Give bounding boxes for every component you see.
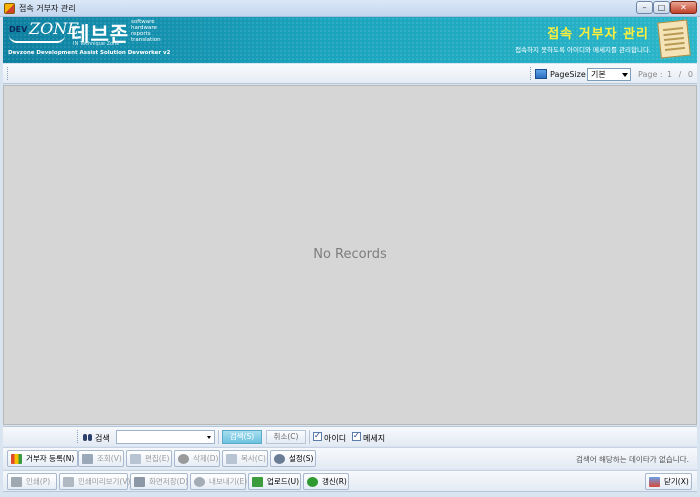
- maximize-button[interactable]: □: [653, 1, 670, 14]
- refresh-icon: [307, 477, 318, 487]
- window-title: 접속 거부자 관리: [19, 4, 76, 13]
- toolbar-separator: [309, 430, 310, 444]
- toolbar-grip[interactable]: [530, 67, 532, 80]
- status-message: 검색어 해당하는 데이타가 없습니다.: [575, 455, 689, 464]
- header-banner: DEV ZONE 데브존 IN Technique Zone software …: [3, 17, 697, 63]
- cancel-search-button[interactable]: 취소(C): [266, 430, 306, 444]
- close-label: 닫기(X): [664, 477, 689, 486]
- chevron-down-icon: [622, 73, 628, 77]
- pagesize-value: 기본: [591, 70, 606, 79]
- refresh-button[interactable]: 갱신(R): [303, 473, 349, 490]
- action-bar-secondary: 인쇄(P) 인쇄미리보기(V) 화면저장(D) 내보내기(E) 업로드(U) 갱…: [3, 470, 697, 492]
- print-label: 인쇄(P): [26, 477, 51, 486]
- search-button[interactable]: 검색(S): [222, 430, 262, 444]
- upload-icon: [252, 477, 263, 487]
- export-label: 내보내기(E): [209, 477, 248, 486]
- refresh-label: 갱신(R): [322, 477, 347, 486]
- minimize-button[interactable]: –: [636, 1, 653, 14]
- delete-button[interactable]: 삭제(D): [174, 450, 220, 467]
- logo-tagline: IN Technique Zone: [73, 41, 120, 47]
- register-icon: [11, 454, 22, 464]
- edit-label: 편집(E): [145, 454, 170, 463]
- logo-services: software hardware reports translation: [131, 19, 161, 43]
- upload-label: 업로드(U): [267, 477, 300, 486]
- page-description: 접속하지 못하도록 아이디와 메세지를 관리합니다.: [515, 46, 651, 54]
- banner-subtitle: Devzone Development Assist Solution Devw…: [8, 50, 171, 56]
- register-label: 거부자 등록(N): [26, 454, 75, 463]
- register-button[interactable]: 거부자 등록(N): [7, 450, 78, 467]
- binoculars-icon: [83, 432, 93, 442]
- upload-button[interactable]: 업로드(U): [248, 473, 301, 490]
- edit-icon: [130, 454, 141, 464]
- close-button[interactable]: 닫기(X): [645, 473, 692, 490]
- grid-toolbar: PageSize 기본 Page : 1 / 0: [3, 64, 697, 84]
- message-checkbox-label[interactable]: 메세지: [363, 433, 385, 444]
- print-preview-label: 인쇄미리보기(V): [78, 477, 131, 486]
- toolbar-grip[interactable]: [77, 430, 79, 443]
- view-label: 조회(V): [97, 454, 122, 463]
- edit-button[interactable]: 편집(E): [126, 450, 172, 467]
- copy-label: 복사(C): [241, 454, 266, 463]
- print-preview-icon: [63, 477, 74, 487]
- screen-capture-button[interactable]: 화면저장(D): [130, 473, 188, 490]
- page-label: Page :: [638, 70, 663, 79]
- settings-label: 설정(S): [289, 454, 314, 463]
- toolbar-grip[interactable]: [7, 67, 9, 80]
- wrench-icon: [274, 454, 285, 464]
- search-bar: 검색 검색(S) 취소(C) 아이디 메세지: [3, 426, 697, 446]
- screen-capture-label: 화면저장(D): [149, 477, 189, 486]
- pagesize-label: PageSize: [550, 70, 586, 79]
- window-titlebar: 접속 거부자 관리 – □ ✕: [0, 0, 700, 17]
- export-icon: [194, 477, 205, 487]
- camera-icon: [134, 477, 145, 487]
- view-icon: [82, 454, 93, 464]
- view-button[interactable]: 조회(V): [78, 450, 124, 467]
- print-button[interactable]: 인쇄(P): [7, 473, 57, 490]
- action-bar-primary: 거부자 등록(N) 조회(V) 편집(E) 삭제(D) 복사(C) 설정(S) …: [3, 447, 697, 469]
- document-icon: [657, 19, 691, 59]
- id-checkbox[interactable]: [313, 431, 322, 441]
- page-title: 접속 거부자 관리: [547, 27, 649, 42]
- close-icon: [649, 477, 660, 487]
- app-icon: [4, 3, 15, 14]
- logo-dev: DEV: [9, 25, 28, 34]
- id-checkbox-label[interactable]: 아이디: [324, 433, 346, 444]
- close-window-button[interactable]: ✕: [670, 1, 697, 14]
- page-indicator: 1 / 0: [667, 70, 695, 79]
- toolbar-separator: [218, 430, 219, 444]
- records-grid[interactable]: No Records: [3, 85, 697, 425]
- printer-icon: [11, 477, 22, 487]
- export-button[interactable]: 내보내기(E): [190, 473, 248, 490]
- pagesize-select[interactable]: 기본: [587, 68, 631, 81]
- print-preview-button[interactable]: 인쇄미리보기(V): [59, 473, 131, 490]
- logo-service-item: translation: [131, 37, 161, 43]
- delete-label: 삭제(D): [193, 454, 219, 463]
- copy-button[interactable]: 복사(C): [222, 450, 268, 467]
- copy-icon: [226, 454, 237, 464]
- search-label: 검색: [95, 434, 110, 443]
- logo-swoosh: [9, 35, 65, 43]
- chevron-down-icon[interactable]: [207, 436, 211, 439]
- message-checkbox[interactable]: [352, 431, 361, 441]
- search-input[interactable]: [116, 430, 215, 444]
- empty-message: No Records: [313, 247, 387, 262]
- delete-icon: [178, 454, 189, 464]
- grid-icon: [535, 69, 547, 79]
- settings-button[interactable]: 설정(S): [270, 450, 316, 467]
